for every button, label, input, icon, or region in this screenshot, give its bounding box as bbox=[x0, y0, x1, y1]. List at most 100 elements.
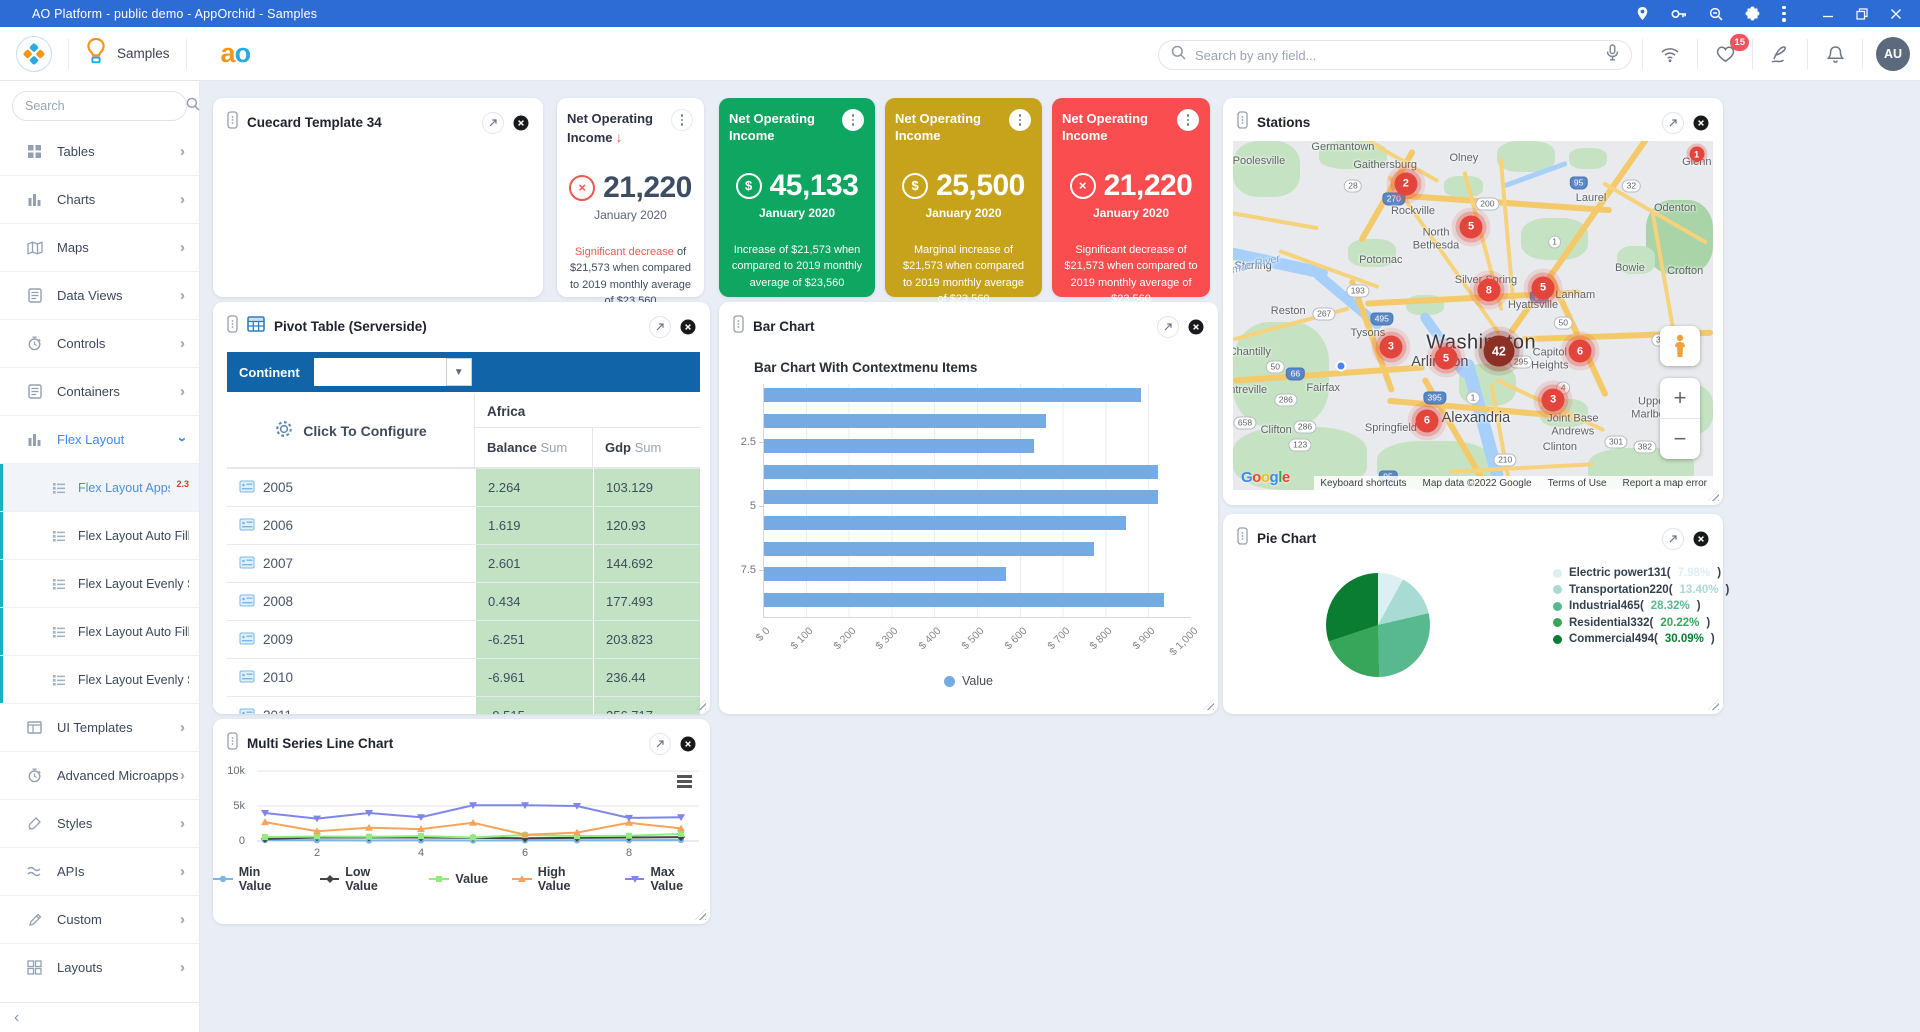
legend-item-residential[interactable]: Residential332(20.22%) bbox=[1553, 617, 1729, 629]
expand-widget-button[interactable] bbox=[649, 733, 671, 755]
legend-item-value[interactable]: Value bbox=[429, 865, 488, 893]
window-minimize-button[interactable] bbox=[1822, 8, 1834, 20]
sidebar-item-containers[interactable]: Containers› bbox=[0, 367, 199, 415]
sidebar-subitem-flex-layout-auto-fill[interactable]: Flex Layout Auto Fill ... bbox=[0, 511, 199, 559]
browser-menu-icon[interactable] bbox=[1782, 6, 1786, 22]
table-row[interactable]: 2010-6.961236.44 bbox=[227, 658, 700, 696]
table-row[interactable]: 20052.264103.129 bbox=[227, 468, 700, 506]
expand-widget-button[interactable] bbox=[1662, 528, 1684, 550]
close-widget-button[interactable] bbox=[513, 115, 529, 131]
zoom-in-button[interactable]: + bbox=[1660, 378, 1700, 419]
sidebar-item-controls[interactable]: Controls› bbox=[0, 319, 199, 367]
station-cluster-marker[interactable]: 5 bbox=[1532, 276, 1555, 299]
station-cluster-marker[interactable]: 5 bbox=[1460, 215, 1483, 238]
close-widget-button[interactable] bbox=[1693, 531, 1709, 547]
sidebar-item-tables[interactable]: Tables› bbox=[0, 127, 199, 175]
sidebar-subitem-flex-layout-evenly-s[interactable]: Flex Layout Evenly S... bbox=[0, 655, 199, 703]
continent-select[interactable]: ▼ bbox=[314, 358, 472, 386]
signature-pen-icon[interactable] bbox=[1766, 40, 1794, 68]
sidebar-item-layouts[interactable]: Layouts› bbox=[0, 943, 199, 991]
close-widget-button[interactable] bbox=[1693, 115, 1709, 131]
user-avatar[interactable]: AU bbox=[1876, 37, 1910, 71]
station-cluster-marker[interactable]: 3 bbox=[1542, 388, 1565, 411]
pivot-configure-button[interactable]: Click To Configure bbox=[227, 394, 475, 467]
kebab-menu-button[interactable] bbox=[842, 109, 864, 131]
drag-grip-icon[interactable] bbox=[1237, 527, 1248, 550]
sidebar-item-ui-templates[interactable]: UI Templates› bbox=[0, 703, 199, 751]
table-row[interactable]: 2009-6.251203.823 bbox=[227, 620, 700, 658]
expand-widget-button[interactable] bbox=[1157, 316, 1179, 338]
microphone-icon[interactable] bbox=[1606, 44, 1619, 66]
table-row[interactable]: 20072.601144.692 bbox=[227, 544, 700, 582]
pivot-column-balance[interactable]: Balance Sum bbox=[475, 428, 593, 467]
sidebar-collapse-button[interactable]: ‹ bbox=[0, 1002, 199, 1032]
drag-grip-icon[interactable] bbox=[227, 315, 238, 338]
zoom-out-button[interactable]: − bbox=[1660, 419, 1700, 459]
table-row[interactable]: 2011-9.515256.717 bbox=[227, 696, 700, 714]
extension-puzzle-icon[interactable] bbox=[1745, 6, 1760, 21]
chart-menu-icon[interactable] bbox=[677, 775, 692, 790]
pegman-control[interactable] bbox=[1660, 326, 1700, 366]
window-restore-button[interactable] bbox=[1856, 8, 1868, 20]
close-widget-button[interactable] bbox=[680, 736, 696, 752]
legend-item-electric-power[interactable]: Electric power131(7.98%) bbox=[1553, 567, 1729, 579]
bar-4[interactable] bbox=[764, 465, 1158, 479]
station-cluster-marker[interactable]: 2 bbox=[1394, 172, 1417, 195]
zoom-search-icon[interactable] bbox=[1709, 7, 1723, 21]
sidebar-item-advanced-microapps[interactable]: Advanced Microapps› bbox=[0, 751, 199, 799]
drag-grip-icon[interactable] bbox=[733, 315, 744, 338]
chevron-down-icon[interactable]: ▼ bbox=[446, 358, 472, 386]
expand-widget-button[interactable] bbox=[1662, 112, 1684, 134]
key-icon[interactable] bbox=[1671, 8, 1687, 20]
sidebar-subitem-flex-layout-evenly-s[interactable]: Flex Layout Evenly S... bbox=[0, 559, 199, 607]
legend-item-transportation[interactable]: Transportation220(13.40%) bbox=[1553, 584, 1729, 596]
close-widget-button[interactable] bbox=[1188, 319, 1204, 335]
pivot-column-group[interactable]: Africa bbox=[475, 394, 700, 428]
sidebar-item-maps[interactable]: Maps› bbox=[0, 223, 199, 271]
sidebar-item-custom[interactable]: Custom› bbox=[0, 895, 199, 943]
kebab-menu-button[interactable] bbox=[1177, 109, 1199, 131]
sidebar-search-input[interactable] bbox=[25, 99, 186, 113]
bar-2[interactable] bbox=[764, 414, 1046, 428]
station-cluster-marker[interactable]: 5 bbox=[1435, 347, 1458, 370]
map-attribution-item[interactable]: Terms of Use bbox=[1548, 478, 1607, 489]
station-cluster-marker[interactable]: 42 bbox=[1483, 336, 1514, 367]
notifications-bell-icon[interactable] bbox=[1821, 40, 1849, 68]
station-cluster-marker[interactable]: 3 bbox=[1379, 335, 1402, 358]
bar-3[interactable] bbox=[764, 439, 1034, 453]
legend-item-low-value[interactable]: Low Value bbox=[320, 865, 406, 893]
google-map[interactable]: 2827020095321193267495506628665828612339… bbox=[1233, 141, 1713, 490]
kebab-menu-button[interactable] bbox=[671, 109, 693, 131]
legend-item-high-value[interactable]: High Value bbox=[512, 865, 601, 893]
apps-launcher-button[interactable] bbox=[16, 36, 52, 72]
sidebar-item-styles[interactable]: Styles› bbox=[0, 799, 199, 847]
legend-item-min-value[interactable]: Min Value bbox=[213, 865, 296, 893]
sidebar-subitem-flex-layout-apps[interactable]: Flex Layout Apps2.3 bbox=[0, 463, 199, 511]
bar-6[interactable] bbox=[764, 516, 1126, 530]
location-pin-icon[interactable] bbox=[1636, 6, 1649, 21]
bar-5[interactable] bbox=[764, 490, 1158, 504]
sidebar-item-data-views[interactable]: Data Views› bbox=[0, 271, 199, 319]
window-close-button[interactable] bbox=[1890, 8, 1902, 20]
sidebar-item-apis[interactable]: APIs› bbox=[0, 847, 199, 895]
close-widget-button[interactable] bbox=[680, 319, 696, 335]
favorites-heart-icon[interactable]: 15 bbox=[1711, 40, 1739, 68]
station-cluster-marker[interactable]: 1 bbox=[1689, 147, 1704, 162]
table-row[interactable]: 20080.434177.493 bbox=[227, 582, 700, 620]
global-search-input[interactable] bbox=[1195, 48, 1606, 63]
wifi-status-icon[interactable] bbox=[1656, 40, 1684, 68]
station-cluster-marker[interactable]: 6 bbox=[1569, 340, 1592, 363]
bar-7[interactable] bbox=[764, 542, 1094, 556]
bar-1[interactable] bbox=[764, 388, 1141, 402]
legend-item-commercial[interactable]: Commercial494(30.09%) bbox=[1553, 633, 1729, 645]
table-row[interactable]: 20061.619120.93 bbox=[227, 506, 700, 544]
legend-item-max-value[interactable]: Max Value bbox=[625, 865, 710, 893]
drag-grip-icon[interactable] bbox=[227, 111, 238, 134]
sidebar-subitem-flex-layout-auto-fill[interactable]: Flex Layout Auto Fill ... bbox=[0, 607, 199, 655]
pivot-column-gdp[interactable]: Gdp Sum bbox=[593, 428, 700, 467]
bar-chart-legend[interactable]: Value bbox=[719, 674, 1218, 688]
sidebar-item-charts[interactable]: Charts› bbox=[0, 175, 199, 223]
pie-chart[interactable] bbox=[1326, 573, 1430, 677]
map-attribution-item[interactable]: Report a map error bbox=[1623, 478, 1707, 489]
drag-grip-icon[interactable] bbox=[227, 732, 238, 755]
